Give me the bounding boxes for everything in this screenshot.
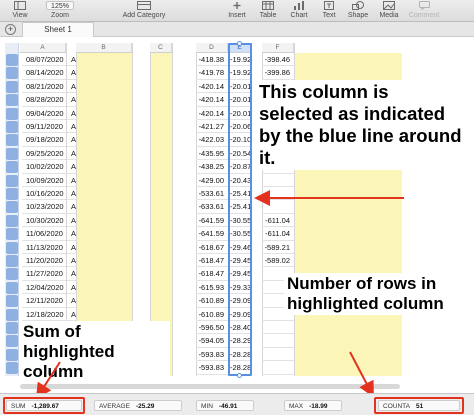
status-average[interactable]: AVERAGE -25.29: [94, 400, 182, 411]
status-min-label: MIN: [201, 403, 213, 410]
arrow-to-counta: [349, 351, 374, 398]
sum-highlight-box: [3, 397, 85, 414]
status-bar: SUM -1,289.67 AVERAGE -25.29 MIN -46.91 MAX…: [0, 393, 474, 415]
status-max[interactable]: MAX -18.99: [284, 400, 342, 411]
status-max-label: MAX: [289, 403, 304, 410]
annotation-arrows: [35, 190, 404, 400]
status-min[interactable]: MIN -46.91: [196, 400, 254, 411]
status-min-value: -46.91: [218, 403, 238, 410]
status-max-value: -18.99: [309, 403, 328, 410]
status-average-label: AVERAGE: [99, 403, 130, 410]
arrow-to-sum: [35, 361, 61, 400]
counta-highlight-box: [374, 397, 464, 414]
status-average-value: -25.29: [135, 403, 155, 410]
